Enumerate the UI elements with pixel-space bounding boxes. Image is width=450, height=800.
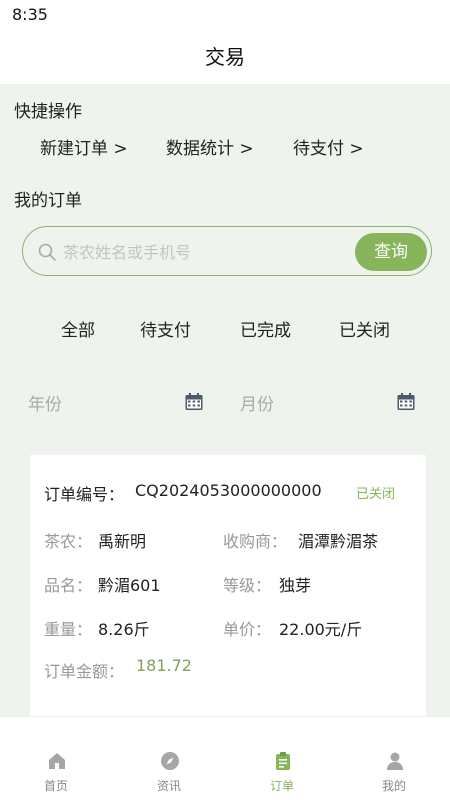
farmer-label: 茶农：: [44, 532, 93, 551]
page-title: 交易: [0, 30, 450, 84]
price-label: 单价：: [223, 620, 272, 639]
month-picker[interactable]: 月份: [240, 390, 440, 416]
weight-value: 8.26斤: [98, 620, 150, 639]
order-number: CQ2024053000000000: [135, 481, 322, 500]
home-icon: [47, 751, 67, 771]
year-picker[interactable]: 年份: [28, 390, 228, 416]
order-card[interactable]: 订单编号： CQ2024053000000000 已关闭 茶农： 禹新明 收购商…: [30, 455, 426, 720]
search-input[interactable]: [63, 237, 363, 267]
status-bar: 8:35: [0, 0, 450, 30]
weight-label: 重量：: [44, 620, 93, 639]
new-order-link[interactable]: 新建订单 >: [40, 134, 128, 159]
nav-home[interactable]: 首页: [0, 717, 112, 800]
product-name: 黔湄601: [98, 576, 161, 595]
amount-label: 订单金额：: [44, 662, 125, 681]
price-value: 22.00元/斤: [279, 620, 363, 639]
nav-orders[interactable]: 订单: [226, 717, 338, 800]
tab-all[interactable]: 全部: [61, 316, 95, 341]
year-placeholder: 年份: [28, 395, 62, 415]
grade-label: 等级：: [223, 576, 272, 595]
quick-actions-title: 快捷操作: [14, 102, 82, 122]
order-number-label: 订单编号：: [44, 485, 125, 504]
statistics-link[interactable]: 数据统计 >: [166, 134, 254, 159]
farmer-name: 禹新明: [98, 532, 147, 551]
status-time: 8:35: [12, 5, 48, 24]
amount-value: 181.72: [136, 656, 192, 675]
nav-orders-label: 订单: [269, 779, 294, 793]
nav-news[interactable]: 资讯: [113, 717, 225, 800]
tab-closed[interactable]: 已关闭: [339, 316, 390, 341]
tab-pending-payment[interactable]: 待支付: [140, 316, 191, 341]
calendar-icon: [184, 392, 204, 412]
bottom-nav: 首页 资讯 订单 我的: [0, 716, 450, 800]
quick-actions-row: 新建订单 > 数据统计 > 待支付 >: [0, 134, 450, 159]
my-orders-title: 我的订单: [14, 191, 82, 211]
search-bar: 查询: [22, 226, 432, 276]
order-status-badge: 已关闭: [356, 487, 396, 502]
nav-profile[interactable]: 我的: [338, 717, 450, 800]
search-icon: [37, 242, 57, 262]
pending-payment-link[interactable]: 待支付 >: [293, 134, 364, 159]
month-placeholder: 月份: [240, 395, 274, 415]
compass-icon: [160, 751, 180, 771]
clipboard-icon: [273, 751, 293, 771]
buyer-label: 收购商：: [223, 532, 288, 551]
user-icon: [385, 751, 405, 771]
nav-news-label: 资讯: [156, 779, 181, 793]
nav-home-label: 首页: [43, 779, 68, 793]
grade-value: 独芽: [279, 576, 312, 595]
product-label: 品名：: [44, 576, 93, 595]
nav-profile-label: 我的: [381, 779, 406, 793]
calendar-icon: [396, 392, 416, 412]
tab-completed[interactable]: 已完成: [240, 316, 291, 341]
buyer-name: 湄潭黔湄茶: [298, 532, 379, 551]
search-button[interactable]: 查询: [355, 233, 427, 271]
